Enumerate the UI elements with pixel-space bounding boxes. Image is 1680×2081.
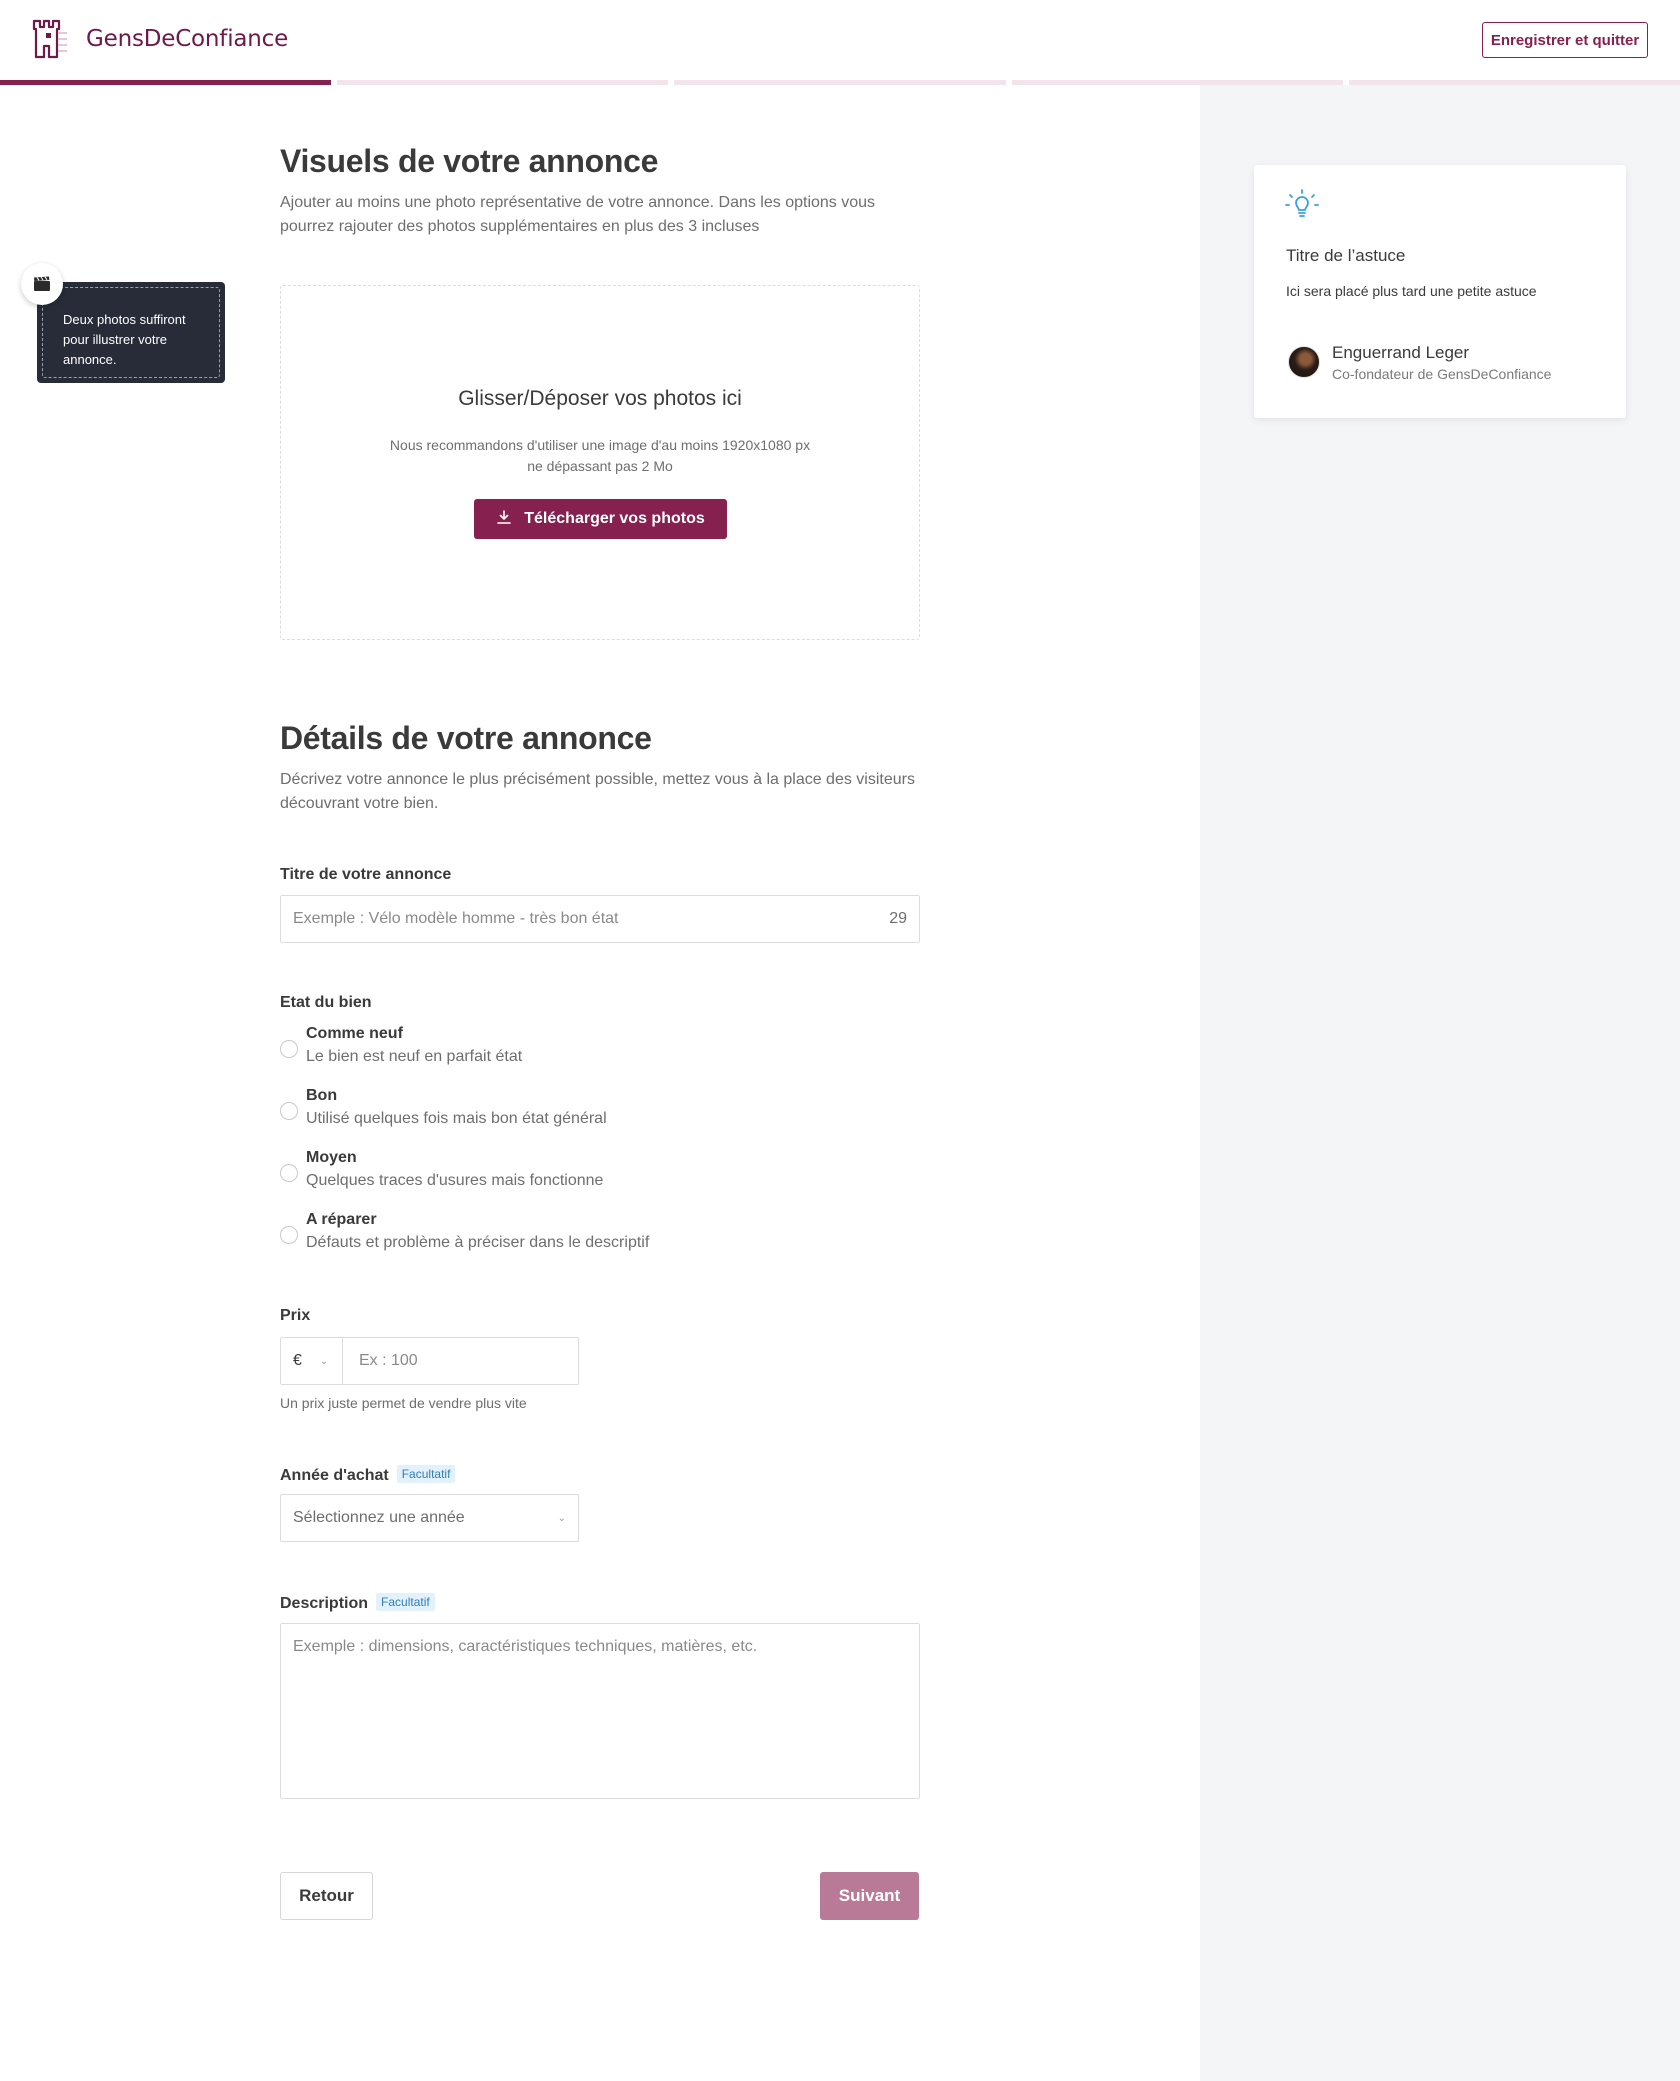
price-help-text: Un prix juste permet de vendre plus vite <box>280 1395 527 1411</box>
photo-dropzone[interactable]: Glisser/Déposer vos photos ici Nous reco… <box>280 285 920 640</box>
dropzone-recommendation: Nous recommandons d'utiliser une image d… <box>281 435 919 477</box>
year-label-text: Année d'achat <box>280 1467 389 1484</box>
dropzone-recommendation-line-1: Nous recommandons d'utiliser une image d… <box>389 437 811 453</box>
optional-badge: Facultatif <box>376 1593 435 1611</box>
price-field: € ⌄ <box>280 1337 579 1385</box>
price-input[interactable] <box>343 1338 578 1384</box>
condition-label: Etat du bien <box>280 994 372 1011</box>
progress-step-2 <box>337 80 669 85</box>
dropzone-recommendation-line-2: ne dépassant pas 2 Mo <box>527 458 673 474</box>
tip-card: Titre de l’astuce Ici sera placé plus ta… <box>1254 165 1626 418</box>
author-role: Co-fondateur de GensDeConfiance <box>1332 366 1552 382</box>
year-label: Année d'achat Facultatif <box>280 1465 456 1485</box>
condition-option-desc: Quelques traces d'usures mais fonctionne <box>306 1172 604 1189</box>
condition-option-title: Comme neuf <box>306 1025 403 1042</box>
description-label: Description Facultatif <box>280 1593 435 1613</box>
author-name: Enguerrand Leger <box>1332 343 1470 362</box>
dropzone-title: Glisser/Déposer vos photos ici <box>458 387 742 410</box>
radio-button[interactable] <box>280 1226 298 1244</box>
price-label: Prix <box>280 1307 311 1324</box>
hint-text: Deux photos suffiront pour illustrer vot… <box>42 287 220 378</box>
condition-option-desc: Le bien est neuf en parfait état <box>306 1048 523 1065</box>
radio-button[interactable] <box>280 1040 298 1058</box>
listing-title-label: Titre de votre annonce <box>280 866 452 883</box>
condition-option-comme-neuf[interactable]: Comme neuf Le bien est neuf en parfait é… <box>280 1025 920 1075</box>
details-subtitle: Décrivez votre annonce le plus préciséme… <box>280 771 915 812</box>
visuals-subtitle: Ajouter au moins une photo représentativ… <box>280 194 876 235</box>
author-avatar <box>1288 346 1320 378</box>
visuals-title: Visuels de votre annonce <box>280 143 659 179</box>
description-textarea[interactable] <box>281 1624 919 1798</box>
header: GensDeConfiance Enregistrer et quitter <box>0 0 1680 80</box>
chevron-down-icon: ⌄ <box>319 1355 329 1367</box>
condition-option-moyen[interactable]: Moyen Quelques traces d'usures mais fonc… <box>280 1149 920 1199</box>
tip-text: Ici sera placé plus tard une petite astu… <box>1286 283 1537 299</box>
chevron-down-icon: ⌄ <box>557 1512 566 1524</box>
download-icon <box>496 509 512 530</box>
char-counter: 29 <box>889 910 907 927</box>
condition-option-title: Moyen <box>306 1149 357 1166</box>
tip-title: Titre de l’astuce <box>1286 246 1406 265</box>
condition-option-desc: Utilisé quelques fois mais bon état géné… <box>306 1110 607 1127</box>
lightbulb-icon <box>1284 187 1320 228</box>
listing-title-field: 29 <box>280 895 920 943</box>
logo[interactable]: GensDeConfiance <box>32 19 288 59</box>
castle-logo-icon <box>32 19 69 59</box>
upload-photos-label: Télécharger vos photos <box>524 510 705 527</box>
condition-option-bon[interactable]: Bon Utilisé quelques fois mais bon état … <box>280 1087 920 1137</box>
currency-value: € <box>293 1352 302 1369</box>
optional-badge: Facultatif <box>396 1465 456 1483</box>
progress-step-3 <box>674 80 1006 85</box>
details-title: Détails de votre annonce <box>280 720 652 756</box>
brand-name: GensDeConfiance <box>86 26 289 52</box>
listing-title-input[interactable] <box>281 896 919 942</box>
description-field <box>280 1623 920 1799</box>
condition-option-a-reparer[interactable]: A réparer Défauts et problème à préciser… <box>280 1211 920 1261</box>
condition-option-title: Bon <box>306 1087 338 1104</box>
description-label-text: Description <box>280 1595 369 1612</box>
next-button[interactable]: Suivant <box>820 1872 919 1920</box>
clapperboard-icon[interactable] <box>21 263 63 305</box>
condition-option-desc: Défauts et problème à préciser dans le d… <box>306 1234 650 1251</box>
upload-photos-button[interactable]: Télécharger vos photos <box>474 499 727 539</box>
back-button[interactable]: Retour <box>280 1872 373 1920</box>
radio-button[interactable] <box>280 1102 298 1120</box>
year-select[interactable]: Sélectionnez une année ⌄ <box>280 1494 579 1542</box>
condition-option-title: A réparer <box>306 1211 377 1228</box>
progress-step-1 <box>0 80 332 85</box>
hint-tooltip: Deux photos suffiront pour illustrer vot… <box>37 282 225 383</box>
radio-button[interactable] <box>280 1164 298 1182</box>
currency-select[interactable]: € ⌄ <box>281 1338 343 1384</box>
year-select-placeholder: Sélectionnez une année <box>293 1509 465 1526</box>
save-and-quit-button[interactable]: Enregistrer et quitter <box>1482 22 1648 58</box>
